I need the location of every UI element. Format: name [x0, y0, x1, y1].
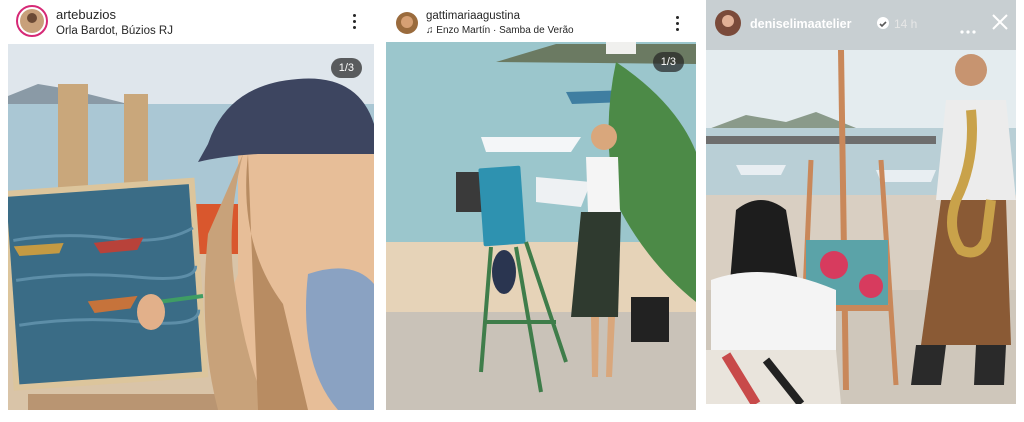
username[interactable]: deniselimaatelier [750, 17, 851, 31]
post-header: gattimariaagustina ♫ Enzo Martín · Samba… [386, 0, 696, 42]
location-label[interactable]: Orla Bardot, Búzios RJ [56, 25, 173, 37]
avatar[interactable] [16, 5, 48, 37]
post-photo[interactable]: 1/3 [386, 42, 696, 410]
avatar[interactable] [396, 12, 418, 34]
more-vertical-icon[interactable] [676, 16, 680, 32]
music-info[interactable]: ♫ Enzo Martín · Samba de Verão [426, 25, 574, 36]
slide-counter: 1/3 [330, 58, 362, 78]
music-note-icon: ♫ [426, 25, 434, 36]
story-deniselimaatelier: deniselimaatelier 14 h [706, 0, 1016, 404]
post-artebuzios: artebuzios Orla Bardot, Búzios RJ 1/3 [8, 0, 374, 410]
more-horizontal-icon[interactable] [960, 21, 976, 34]
slide-counter: 1/3 [652, 52, 684, 72]
username[interactable]: artebuzios [56, 7, 116, 22]
verified-badge-icon [877, 17, 889, 29]
post-header: artebuzios Orla Bardot, Búzios RJ [8, 0, 374, 42]
close-icon[interactable] [991, 13, 1009, 31]
avatar[interactable] [715, 10, 741, 36]
painter-photo [8, 44, 374, 410]
story-header: deniselimaatelier 14 h [706, 0, 1016, 46]
easel-saxophone-photo [706, 0, 1016, 404]
story-time: 14 h [894, 17, 918, 31]
post-photo[interactable]: 1/3 [8, 44, 374, 410]
music-label: Enzo Martín · Samba de Verão [436, 25, 574, 36]
username[interactable]: gattimariaagustina [426, 10, 520, 22]
post-gattimariaagustina: gattimariaagustina ♫ Enzo Martín · Samba… [386, 0, 696, 410]
painter-beach-photo [386, 42, 696, 410]
more-vertical-icon[interactable] [353, 14, 357, 30]
story-photo[interactable]: deniselimaatelier 14 h [706, 0, 1016, 404]
